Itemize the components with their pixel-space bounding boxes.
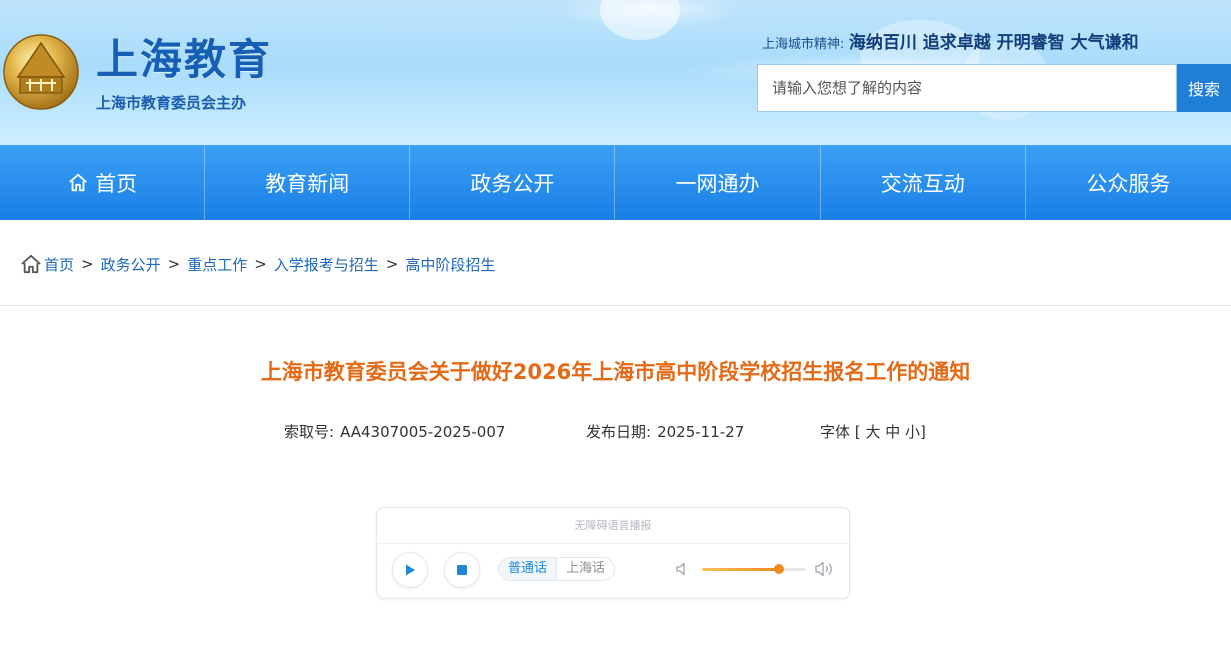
- decor-petal: [600, 0, 680, 40]
- nav-item-one-net-service[interactable]: 一网通办: [615, 145, 821, 220]
- font-size-label: 字体: [820, 423, 851, 441]
- site-subtitle: 上海市教育委员会主办: [96, 94, 247, 112]
- main-nav: 首页 教育新闻 政务公开 一网通办 交流互动 公众服务: [0, 145, 1231, 220]
- search-button[interactable]: 搜索: [1177, 64, 1231, 112]
- nav-item-public-service[interactable]: 公众服务: [1026, 145, 1231, 220]
- date-label: 发布日期:: [586, 423, 652, 441]
- font-size-control: 字体 [ 大 中 小]: [820, 421, 926, 442]
- site-header: 上海教育 上海市教育委员会主办 上海城市精神: 海纳百川 追求卓越 开明睿智 大…: [0, 0, 1231, 145]
- nav-item-interaction[interactable]: 交流互动: [821, 145, 1026, 220]
- breadcrumb-enrollment[interactable]: 入学报考与招生: [274, 254, 379, 275]
- breadcrumb-separator: >: [385, 255, 399, 273]
- home-icon: [21, 254, 41, 274]
- volume-slider-knob[interactable]: [773, 564, 784, 574]
- breadcrumb: 首页 > 政务公开 > 重点工作 > 入学报考与招生 > 高中阶段招生: [20, 252, 495, 276]
- date-value: 2025-11-27: [657, 423, 745, 441]
- volume-low-icon[interactable]: [675, 561, 691, 577]
- nav-item-home[interactable]: 首页: [0, 145, 206, 220]
- breadcrumb-separator: >: [81, 255, 94, 273]
- dialect-toggle: 普通话 上海话: [498, 557, 616, 581]
- index-value: AA4307005-2025-007: [340, 423, 506, 441]
- font-bracket-close: ]: [920, 423, 926, 441]
- site-title: 上海教育: [96, 35, 273, 84]
- breadcrumb-separator: >: [254, 255, 267, 273]
- play-button[interactable]: [392, 552, 428, 588]
- page: 上海教育 上海市教育委员会主办 上海城市精神: 海纳百川 追求卓越 开明睿智 大…: [0, 0, 1231, 649]
- site-logo-icon: [3, 34, 79, 110]
- mandarin-option[interactable]: 普通话: [499, 558, 557, 580]
- home-icon: [69, 173, 87, 191]
- shanghainese-option[interactable]: 上海话: [556, 558, 614, 580]
- breadcrumb-home[interactable]: 首页: [44, 254, 74, 275]
- volume-slider[interactable]: [702, 564, 806, 574]
- article-index-number: 索取号: AA4307005-2025-007: [284, 421, 505, 442]
- nav-item-government-affairs[interactable]: 政务公开: [410, 145, 616, 220]
- slogan-label: 上海城市精神:: [762, 37, 845, 52]
- volume-high-icon[interactable]: [814, 560, 836, 578]
- index-label: 索取号:: [284, 423, 335, 441]
- nav-label: 首页: [95, 171, 138, 196]
- font-bracket-open: [: [854, 423, 861, 441]
- player-header: 无障碍语音播报: [377, 508, 849, 544]
- nav-item-education-news[interactable]: 教育新闻: [205, 145, 411, 220]
- audio-player: 无障碍语音播报 普通话 上海话: [376, 507, 850, 599]
- city-spirit-slogan: 上海城市精神: 海纳百川 追求卓越 开明睿智 大气谦和: [762, 28, 1139, 53]
- breadcrumb-separator: >: [167, 255, 181, 273]
- font-size-small[interactable]: 小: [905, 423, 920, 441]
- search-box: [757, 64, 1177, 112]
- stop-button[interactable]: [444, 552, 480, 588]
- search-input[interactable]: [758, 65, 1176, 111]
- stop-icon: [457, 565, 467, 575]
- breadcrumb-high-school-enrollment[interactable]: 高中阶段招生: [405, 254, 495, 275]
- breadcrumb-government-affairs[interactable]: 政务公开: [101, 254, 161, 275]
- volume-slider-fill: [702, 568, 779, 571]
- article-title: 上海市教育委员会关于做好2026年上海市高中阶段学校招生报名工作的通知: [260, 360, 971, 384]
- breadcrumb-key-work[interactable]: 重点工作: [187, 254, 247, 275]
- article-publish-date: 发布日期: 2025-11-27: [586, 421, 744, 442]
- font-size-medium[interactable]: 中: [885, 423, 900, 441]
- slogan-text: 海纳百川 追求卓越 开明睿智 大气谦和: [848, 33, 1139, 53]
- divider: [0, 305, 1231, 306]
- play-icon: [406, 564, 415, 576]
- font-size-large[interactable]: 大: [865, 423, 880, 441]
